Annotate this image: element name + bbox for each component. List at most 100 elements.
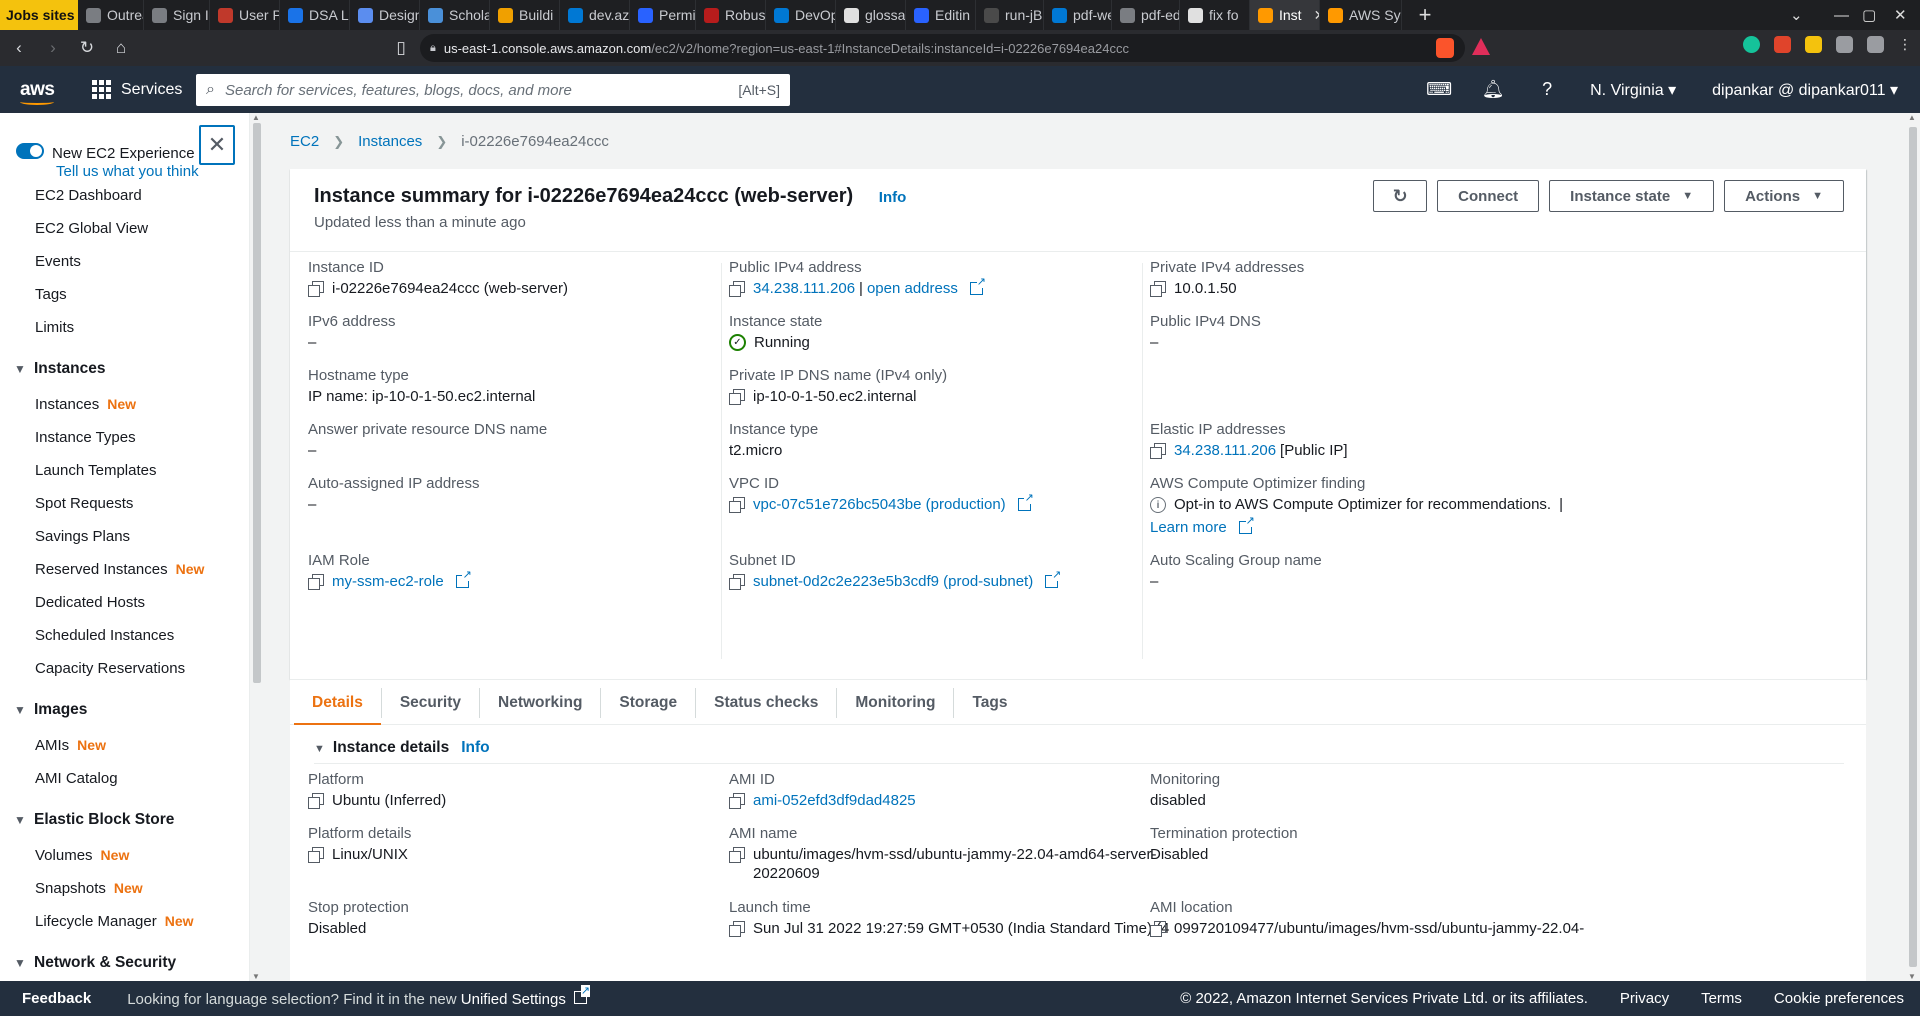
tab-monitoring[interactable]: Monitoring	[837, 688, 955, 718]
sidebar-item[interactable]: Instances New	[0, 388, 249, 421]
notifications-icon[interactable]: 🔔︎	[1466, 79, 1520, 100]
wallet-icon[interactable]	[1867, 36, 1884, 53]
unified-settings-link[interactable]: Unified Settings	[461, 991, 566, 1008]
browser-tab[interactable]: DSA Le	[280, 0, 350, 30]
external-link-icon[interactable]	[1017, 492, 1034, 511]
cookie-preferences-link[interactable]: Cookie preferences	[1774, 990, 1904, 1007]
account-menu[interactable]: dipankar @ dipankar011 ▾	[1712, 80, 1898, 100]
brave-rewards-icon[interactable]	[1472, 38, 1490, 55]
maximize-icon[interactable]: ▢	[1862, 0, 1876, 30]
tab-details[interactable]: Details	[294, 688, 382, 726]
window-close-icon[interactable]: ✕	[1894, 0, 1907, 30]
external-link-icon[interactable]	[574, 985, 590, 1004]
services-menu-button[interactable]: Services	[92, 80, 182, 99]
sidebar-section-header[interactable]: ▼ Instances	[0, 350, 249, 388]
sidebar-item[interactable]: AMIs New	[0, 729, 249, 762]
tab-tags[interactable]: Tags	[954, 688, 1025, 718]
browser-tab[interactable]: Robust	[696, 0, 766, 30]
copy-icon[interactable]	[308, 281, 324, 297]
copy-icon[interactable]	[308, 793, 324, 809]
breadcrumb-instances[interactable]: Instances	[358, 133, 422, 150]
sidebar-item[interactable]: Savings Plans	[0, 520, 249, 553]
external-link-icon[interactable]	[455, 569, 472, 588]
sidebar-item[interactable]: Capacity Reservations	[0, 652, 249, 685]
copy-icon[interactable]	[729, 847, 745, 863]
cloudshell-icon[interactable]: ⌨	[1412, 79, 1466, 100]
copy-icon[interactable]	[729, 281, 745, 297]
aws-search-input[interactable]: ⌕ Search for services, features, blogs, …	[196, 74, 790, 106]
iam-role-link[interactable]: my-ssm-ec2-role	[332, 573, 444, 590]
instance-details-header[interactable]: ▼ Instance details Info	[314, 739, 490, 757]
copy-icon[interactable]	[308, 574, 324, 590]
public-ipv4-link[interactable]: 34.238.111.206	[753, 280, 855, 297]
tab-storage[interactable]: Storage	[601, 688, 697, 718]
refresh-button[interactable]: ↻	[1373, 180, 1428, 212]
sidebar-item[interactable]: EC2 Dashboard	[0, 179, 249, 212]
bookmark-icon[interactable]: ▯	[386, 33, 416, 63]
browser-tab[interactable]: User P	[210, 0, 280, 30]
minimize-icon[interactable]: —	[1834, 0, 1849, 30]
menu-icon[interactable]: ⋮	[1898, 36, 1912, 53]
sidebar-item[interactable]: EC2 Global View	[0, 212, 249, 245]
extension-icon-2[interactable]	[1805, 36, 1822, 53]
external-link-icon[interactable]	[1045, 569, 1062, 588]
sidebar-item[interactable]: Limits	[0, 311, 249, 344]
open-address-link[interactable]: open address	[867, 280, 958, 297]
new-tab-button[interactable]: +	[1410, 2, 1440, 28]
sidebar-item[interactable]: Reserved Instances New	[0, 553, 249, 586]
sidebar-item[interactable]: Lifecycle Manager New	[0, 905, 249, 938]
help-icon[interactable]: ?	[1520, 79, 1574, 100]
sidebar-section-header[interactable]: ▼ Network & Security	[0, 944, 249, 981]
privacy-link[interactable]: Privacy	[1620, 990, 1669, 1007]
ami-id-link[interactable]: ami-052efd3df9dad4825	[753, 792, 916, 809]
url-bar[interactable]: 🔒︎ us-east-1.console.aws.amazon.com /ec2…	[420, 34, 1465, 62]
browser-tab[interactable]: Permit	[630, 0, 696, 30]
browser-tab[interactable]: AWS Sy	[1320, 0, 1402, 30]
copy-icon[interactable]	[1150, 443, 1166, 459]
brave-shields-icon[interactable]	[1436, 38, 1454, 58]
feedback-button[interactable]: Feedback	[22, 990, 91, 1007]
sidebar-section-header[interactable]: ▼ Elastic Block Store	[0, 801, 249, 839]
browser-tab[interactable]: Sign I	[144, 0, 210, 30]
browser-tab[interactable]: Schola	[420, 0, 490, 30]
copy-icon[interactable]	[308, 847, 324, 863]
elastic-ip-link[interactable]: 34.238.111.206	[1174, 442, 1276, 459]
aws-logo[interactable]: aws	[20, 79, 56, 105]
breadcrumb-ec2[interactable]: EC2	[290, 133, 319, 150]
actions-button[interactable]: Actions ▼	[1724, 180, 1844, 212]
tab-security[interactable]: Security	[382, 688, 481, 718]
sidebar-item[interactable]: Events	[0, 245, 249, 278]
browser-tab[interactable]: run-jB	[976, 0, 1044, 30]
puzzle-icon[interactable]	[1836, 36, 1853, 53]
sidebar-item[interactable]: Tags	[0, 278, 249, 311]
sidebar-item[interactable]: Launch Templates	[0, 454, 249, 487]
home-icon[interactable]: ⌂	[106, 33, 136, 63]
browser-tab[interactable]: Buildi	[490, 0, 560, 30]
external-link-icon[interactable]	[969, 276, 986, 295]
browser-tab[interactable]: DevOps	[766, 0, 836, 30]
connect-button[interactable]: Connect	[1437, 180, 1540, 212]
instance-state-button[interactable]: Instance state ▼	[1549, 180, 1715, 212]
tab-status-checks[interactable]: Status checks	[696, 688, 838, 718]
browser-tab[interactable]: glossa	[836, 0, 906, 30]
browser-tab[interactable]: pdf-ed	[1112, 0, 1180, 30]
sidebar-item[interactable]: Instance Types	[0, 421, 249, 454]
sidebar-scrollbar[interactable]: ▲ ▼	[250, 113, 264, 981]
learn-more-link[interactable]: Learn more	[1150, 519, 1227, 536]
browser-tab[interactable]: Outrea	[78, 0, 144, 30]
tab-search-icon[interactable]: ⌄	[1790, 0, 1803, 30]
copy-icon[interactable]	[729, 574, 745, 590]
info-link[interactable]: Info	[879, 189, 907, 206]
back-icon[interactable]: ‹	[4, 33, 34, 63]
copy-icon[interactable]	[1150, 921, 1166, 937]
terms-link[interactable]: Terms	[1701, 990, 1742, 1007]
vpc-link[interactable]: vpc-07c51e726bc5043be (production)	[753, 496, 1006, 513]
sidebar-item[interactable]: AMI Catalog	[0, 762, 249, 795]
copy-icon[interactable]	[1150, 281, 1166, 297]
browser-tab[interactable]: dev.az	[560, 0, 630, 30]
copy-icon[interactable]	[729, 497, 745, 513]
external-link-icon[interactable]	[1238, 515, 1255, 534]
sidebar-item[interactable]: Snapshots New	[0, 872, 249, 905]
feedback-link[interactable]: Tell us what you think	[56, 163, 199, 180]
browser-tab[interactable]: Inst✕	[1250, 0, 1320, 30]
